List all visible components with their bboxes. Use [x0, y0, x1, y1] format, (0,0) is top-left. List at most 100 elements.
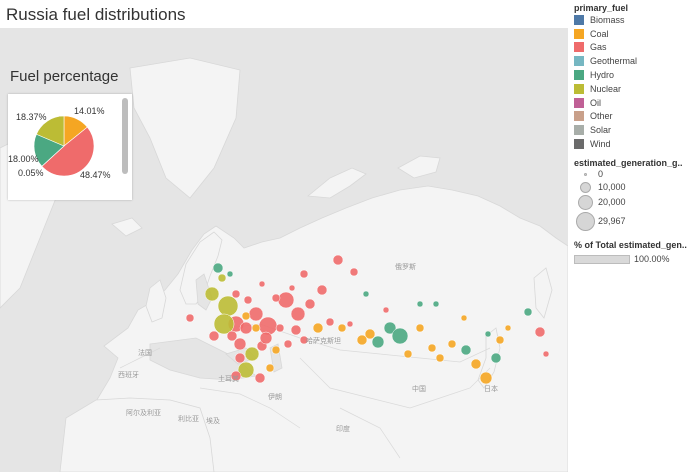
plant-point-coal[interactable]	[403, 349, 413, 359]
plant-point-gas[interactable]	[258, 280, 266, 288]
legend-swatch	[574, 139, 584, 150]
plant-point-coal[interactable]	[435, 353, 445, 363]
plant-point-nuclear[interactable]	[204, 286, 220, 302]
legend-item-hydro[interactable]: Hydro	[574, 68, 690, 82]
plant-point-gas[interactable]	[277, 291, 295, 309]
pie-slices	[33, 115, 95, 177]
plant-point-gas[interactable]	[231, 289, 241, 299]
plant-point-coal[interactable]	[241, 311, 251, 321]
plant-point-coal[interactable]	[337, 323, 347, 333]
plant-point-coal[interactable]	[415, 323, 425, 333]
size-circle	[577, 194, 593, 210]
size-legend-item: 20,000	[574, 194, 690, 211]
plant-point-nuclear[interactable]	[244, 346, 260, 362]
map-view[interactable]: 俄罗斯 法国 西班牙 土耳其 伊朗 中国 日本 阿尔及利亚 利比亚 埃及 印度 …	[0, 28, 568, 472]
plant-point-gas[interactable]	[248, 306, 264, 322]
plant-point-hydro[interactable]	[523, 307, 533, 317]
plant-point-gas[interactable]	[243, 295, 253, 305]
pie-chart	[33, 115, 95, 177]
plant-point-coal[interactable]	[495, 335, 505, 345]
legend-item-biomass[interactable]: Biomass	[574, 13, 690, 27]
legend-swatch	[574, 56, 584, 67]
legend-item-wind[interactable]: Wind	[574, 137, 690, 151]
plant-point-gas[interactable]	[299, 269, 309, 279]
plant-point-gas[interactable]	[316, 284, 328, 296]
plant-point-coal[interactable]	[364, 328, 376, 340]
size-legend: 0 10,000 20,000 29,967	[574, 168, 690, 232]
plant-point-coal[interactable]	[271, 345, 281, 355]
pct-legend-title: % of Total estimated_gen..	[574, 239, 687, 250]
legend-item-gas[interactable]: Gas	[574, 41, 690, 55]
plant-point-coal[interactable]	[470, 358, 482, 370]
legend-label: Geothermal	[590, 56, 638, 67]
plant-point-gas[interactable]	[325, 317, 335, 327]
plant-point-gas[interactable]	[226, 330, 238, 342]
plant-point-gas[interactable]	[185, 313, 195, 323]
plant-point-gas[interactable]	[346, 320, 354, 328]
plant-point-coal[interactable]	[312, 322, 324, 334]
plant-point-gas[interactable]	[542, 350, 550, 358]
plant-point-hydro[interactable]	[226, 270, 234, 278]
label-spain: 西班牙	[118, 372, 139, 379]
plant-point-gas[interactable]	[234, 352, 246, 364]
land-severnaya-zemlya	[397, 155, 441, 179]
label-china: 中国	[412, 386, 426, 393]
pie-label-gas: 48.47%	[80, 170, 111, 180]
land-iceland	[111, 217, 143, 237]
plant-point-coal[interactable]	[460, 314, 468, 322]
plant-point-gas[interactable]	[239, 321, 253, 335]
plant-point-coal[interactable]	[265, 363, 275, 373]
size-circle	[575, 211, 595, 231]
size-label: 29,967	[598, 216, 626, 227]
legend-label: Coal	[590, 28, 609, 39]
plant-point-gas[interactable]	[275, 323, 285, 333]
legend-item-geothermal[interactable]: Geothermal	[574, 54, 690, 68]
plant-point-hydro[interactable]	[362, 290, 370, 298]
size-legend-item: 29,967	[574, 211, 690, 232]
plant-point-hydro[interactable]	[460, 344, 472, 356]
plant-point-gas[interactable]	[304, 298, 316, 310]
fuel-percentage-inset[interactable]: 14.01% 48.47% 0.05% 18.00% 18.37%	[8, 94, 132, 200]
plant-point-gas[interactable]	[208, 330, 220, 342]
plant-point-coal[interactable]	[447, 339, 457, 349]
plant-point-nuclear[interactable]	[217, 273, 227, 283]
plant-point-hydro[interactable]	[391, 327, 409, 345]
plant-point-gas[interactable]	[382, 306, 390, 314]
plant-point-coal[interactable]	[479, 371, 493, 385]
plant-point-hydro[interactable]	[371, 335, 385, 349]
plant-point-gas[interactable]	[259, 331, 273, 345]
legend-item-solar[interactable]: Solar	[574, 123, 690, 137]
legend-item-oil[interactable]: Oil	[574, 96, 690, 110]
plant-point-coal[interactable]	[504, 324, 512, 332]
plant-point-hydro[interactable]	[416, 300, 424, 308]
size-circle	[583, 172, 587, 176]
plant-point-gas[interactable]	[332, 254, 344, 266]
plant-point-gas[interactable]	[288, 284, 296, 292]
label-turkey: 土耳其	[218, 376, 239, 383]
plant-point-gas[interactable]	[534, 326, 546, 338]
plant-point-gas[interactable]	[349, 267, 359, 277]
plant-point-hydro[interactable]	[490, 352, 502, 364]
legend-item-other[interactable]: Other	[574, 110, 690, 124]
legend-label: Gas	[590, 42, 607, 53]
plant-point-gas[interactable]	[290, 324, 302, 336]
label-egypt: 埃及	[206, 418, 220, 425]
inset-scrollbar[interactable]	[122, 98, 128, 174]
plant-point-hydro[interactable]	[432, 300, 440, 308]
legend-item-coal[interactable]: Coal	[574, 27, 690, 41]
plant-point-hydro[interactable]	[484, 330, 492, 338]
plant-point-coal[interactable]	[251, 323, 261, 333]
plant-point-gas[interactable]	[283, 339, 293, 349]
plant-point-gas[interactable]	[271, 293, 281, 303]
legend-item-nuclear[interactable]: Nuclear	[574, 82, 690, 96]
plant-point-gas[interactable]	[290, 306, 306, 322]
plant-point-gas[interactable]	[233, 337, 247, 351]
label-iran: 伊朗	[268, 394, 282, 401]
color-legend: Biomass Coal Gas Geothermal Hydro Nuclear Oil O…	[574, 13, 690, 151]
size-label: 10,000	[598, 182, 626, 193]
plant-point-coal[interactable]	[427, 343, 437, 353]
plant-point-nuclear[interactable]	[217, 295, 239, 317]
land-novaya-zemlya	[306, 167, 367, 199]
plant-point-hydro[interactable]	[212, 262, 224, 274]
plant-point-gas[interactable]	[254, 372, 266, 384]
